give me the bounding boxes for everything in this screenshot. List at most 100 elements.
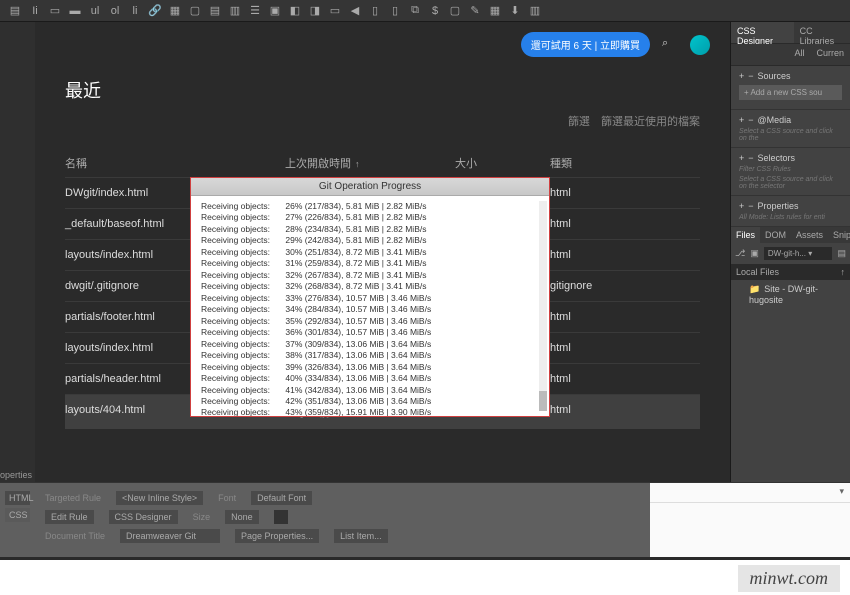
progress-line: Receiving objects: 28% (234/834), 5.81 M… [201, 224, 539, 235]
git-icon[interactable]: ⎇ [735, 248, 745, 259]
page-properties-button[interactable]: Page Properties... [235, 529, 319, 543]
size-value[interactable]: None [225, 510, 259, 524]
tool-icon[interactable]: ◧ [288, 4, 302, 18]
filter-value[interactable]: 篩選最近使用的檔案 [601, 116, 700, 128]
avatar[interactable] [690, 35, 710, 55]
properties-title: operties [0, 470, 32, 480]
css-tab[interactable]: CSS [5, 508, 30, 522]
scrollbar[interactable] [539, 201, 547, 411]
col-type[interactable]: 種類 [550, 155, 700, 171]
tool-icon[interactable]: ▭ [328, 4, 342, 18]
recent-title: 最近 [65, 77, 700, 103]
minus-icon[interactable]: − [748, 201, 753, 211]
media-label: @Media [758, 115, 792, 125]
site-selector[interactable]: DW-git-h... ▾ [764, 247, 833, 260]
edit-rule-button[interactable]: Edit Rule [45, 510, 94, 524]
add-css-button[interactable]: + Add a new CSS sou [739, 85, 842, 100]
minus-icon[interactable]: − [748, 115, 753, 125]
subtab-all[interactable]: All [788, 44, 810, 65]
doc-title-input[interactable]: Dreamweaver Git [120, 529, 220, 543]
tool-icon[interactable]: ◀ [348, 4, 362, 18]
tool-icon[interactable]: ▬ [68, 4, 82, 18]
cell-type: html [550, 342, 700, 354]
progress-line: Receiving objects: 42% (351/834), 13.06 … [201, 396, 539, 407]
plus-icon[interactable]: + [739, 201, 744, 211]
folder-icon[interactable]: ▣ [750, 248, 759, 259]
font-value[interactable]: Default Font [251, 491, 312, 505]
doc-title-label: Document Title [45, 531, 105, 541]
subtab-current[interactable]: Curren [810, 44, 850, 65]
tab-snippets[interactable]: Snippets [828, 227, 850, 243]
tool-icon[interactable]: ▣ [268, 4, 282, 18]
progress-line: Receiving objects: 38% (317/834), 13.06 … [201, 350, 539, 361]
html-tab[interactable]: HTML [5, 491, 30, 505]
file-tabs: Files DOM Assets Snippets [731, 227, 850, 243]
top-toolbar: ▤ Ii ▭ ▬ ul ol li 🔗 ▦ ▢ ▤ ▥ ☰ ▣ ◧ ◨ ▭ ◀ … [0, 0, 850, 22]
tool-icon[interactable]: ☰ [248, 4, 262, 18]
tab-assets[interactable]: Assets [791, 227, 828, 243]
tab-css-designer[interactable]: CSS Designer [731, 22, 794, 43]
tool-icon[interactable]: ▥ [228, 4, 242, 18]
minus-icon[interactable]: − [748, 71, 753, 81]
tab-cc-libraries[interactable]: CC Libraries [794, 22, 850, 43]
tool-icon[interactable]: ▯ [388, 4, 402, 18]
tool-icon[interactable]: ▦ [168, 4, 182, 18]
tab-files[interactable]: Files [731, 227, 760, 243]
tool-icon[interactable]: ol [108, 4, 122, 18]
plus-icon[interactable]: + [739, 71, 744, 81]
color-swatch[interactable] [274, 510, 288, 524]
trial-button[interactable]: 還可試用 6 天 | 立即購買 [521, 32, 650, 57]
tool-icon[interactable]: ul [88, 4, 102, 18]
tool-icon[interactable]: ▢ [448, 4, 462, 18]
tool-icon[interactable]: ▦ [488, 4, 502, 18]
tool-icon[interactable]: Ii [28, 4, 42, 18]
minus-icon[interactable]: − [748, 153, 753, 163]
plus-icon[interactable]: + [739, 153, 744, 163]
tab-dom[interactable]: DOM [760, 227, 791, 243]
tool-icon[interactable]: ◨ [308, 4, 322, 18]
selectors-note: Select a CSS source and click on the sel… [739, 176, 842, 190]
cell-type: html [550, 249, 700, 261]
col-name[interactable]: 名稱 [65, 155, 285, 171]
left-gutter [0, 22, 35, 482]
progress-line: Receiving objects: 37% (309/834), 13.06 … [201, 339, 539, 350]
tool-icon[interactable]: $ [428, 4, 442, 18]
tool-icon[interactable]: ▥ [528, 4, 542, 18]
filter-css[interactable]: Filter CSS Rules [739, 166, 842, 173]
sources-label: Sources [758, 71, 791, 81]
plus-icon[interactable]: + [739, 115, 744, 125]
tool-icon[interactable]: ✎ [468, 4, 482, 18]
tool-icon[interactable]: ▭ [48, 4, 62, 18]
link-icon[interactable]: 🔗 [148, 4, 162, 18]
bottom-whitespace [0, 560, 850, 595]
tool-icon[interactable]: ▯ [368, 4, 382, 18]
cell-type: html [550, 373, 700, 385]
tool-icon[interactable]: ▤ [837, 248, 846, 259]
table-header: 名稱 上次開啟時間↑ 大小 種類 [65, 149, 700, 177]
sort-icon[interactable]: ↑ [841, 267, 846, 277]
dropdown-icon[interactable]: ▾ [839, 486, 844, 499]
tool-icon[interactable]: ⧉ [408, 4, 422, 18]
col-size[interactable]: 大小 [455, 155, 550, 171]
site-row[interactable]: 📁Site - DW-git-hugosite [731, 280, 850, 309]
col-time[interactable]: 上次開啟時間↑ [285, 155, 455, 171]
list-item-button[interactable]: List Item... [334, 529, 388, 543]
size-label: Size [193, 512, 211, 522]
scroll-thumb[interactable] [539, 391, 547, 411]
properties-panel: operties HTML CSS Targeted Rule <New Inl… [0, 482, 850, 557]
targeted-rule-value[interactable]: <New Inline Style> [116, 491, 203, 505]
tool-icon[interactable]: ▢ [188, 4, 202, 18]
css-designer-button[interactable]: CSS Designer [109, 510, 178, 524]
tool-icon[interactable]: ▤ [8, 4, 22, 18]
local-files-header[interactable]: Local Files↑ [731, 264, 850, 280]
download-icon[interactable]: ⬇ [508, 4, 522, 18]
progress-line: Receiving objects: 41% (342/834), 13.06 … [201, 385, 539, 396]
properties-label: Properties [758, 201, 799, 211]
search-icon[interactable]: ⌕ [662, 37, 678, 53]
progress-line: Receiving objects: 27% (226/834), 5.81 M… [201, 212, 539, 223]
progress-line: Receiving objects: 40% (334/834), 13.06 … [201, 373, 539, 384]
progress-line: Receiving objects: 30% (251/834), 8.72 M… [201, 247, 539, 258]
tool-icon[interactable]: ▤ [208, 4, 222, 18]
tool-icon[interactable]: li [128, 4, 142, 18]
font-label: Font [218, 493, 236, 503]
